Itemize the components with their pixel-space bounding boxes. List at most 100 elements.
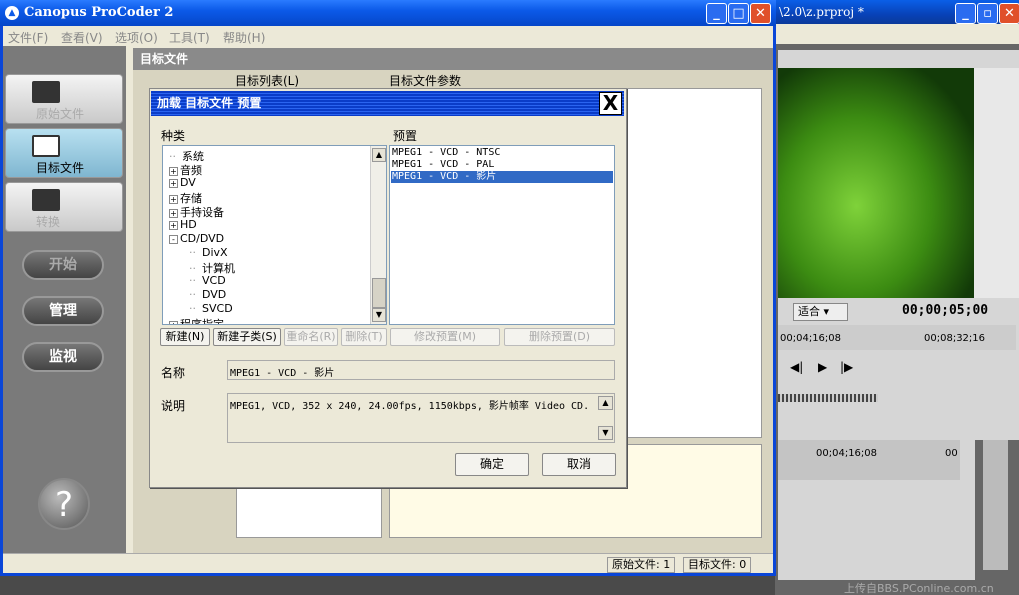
tree-item[interactable]: ·· VCD [189,274,226,287]
description-field[interactable]: MPEG1, VCD, 352 x 240, 24.00fps, 1150kbp… [227,393,615,443]
tree-item[interactable]: ·· DivX [189,246,228,259]
close-button[interactable]: ✕ [750,3,771,24]
target-params-header: 目标文件参数 [389,74,462,88]
timeline-time: 00;04;16;08 [816,448,878,459]
bg-minimize-button[interactable]: _ [955,3,976,24]
tree-item[interactable]: ·· DVD [189,288,226,301]
desc-scroll-down-icon[interactable]: ▼ [598,426,613,440]
background-menubar [775,24,1019,44]
nav-source-button[interactable]: 原始文件 [5,74,123,124]
category-label: 种类 [161,129,186,143]
tree-item[interactable]: - CD/DVD [169,232,224,245]
fit-select-value: 适合 [798,305,820,318]
tree-item-label: 程序指定 [180,318,224,325]
manage-button[interactable]: 管理 [22,296,104,326]
menu-view[interactable]: 查看(V) [61,29,103,46]
dialog-title: 加载 目标文件 预置 [151,91,624,116]
video-frame-leaf [778,68,974,298]
tree-item-label: VCD [202,274,226,287]
tree-item[interactable]: + DV [169,176,196,189]
bg-close-button[interactable]: ✕ [999,3,1019,24]
scroll-up-icon[interactable]: ▲ [372,148,386,162]
status-bar: 原始文件: 1 目标文件: 0 [3,553,773,573]
name-field[interactable]: MPEG1 - VCD - 影片 [227,360,615,380]
collapse-icon[interactable]: - [169,234,178,244]
folder-icon [32,81,60,103]
expand-icon[interactable]: + [169,220,178,230]
app-icon: ▲ [5,6,19,20]
nav-target-button[interactable]: 目标文件 [5,128,123,178]
preset-item[interactable]: MPEG1 - VCD - PAL [391,159,613,171]
watermark-text: 上传自BBS.PConline.com.cn [844,582,994,595]
new-subcategory-button[interactable]: 新建子类(S) [213,328,281,346]
start-button[interactable]: 开始 [22,250,104,280]
menu-help[interactable]: 帮助(H) [223,29,265,46]
target-folder-icon [32,135,60,157]
target-list[interactable] [236,488,382,538]
tree-item[interactable]: + 程序指定 [169,316,224,325]
maximize-button[interactable]: □ [728,3,749,24]
bg-maximize-button[interactable]: ▫ [977,3,998,24]
tree-connector: ·· [189,288,196,301]
jog-shuttle[interactable] [778,394,878,402]
expand-icon[interactable]: + [169,320,178,324]
ok-button[interactable]: 确定 [455,453,529,476]
tree-connector: ·· [189,302,196,315]
timeline-time-2: 00 [945,448,958,459]
expand-icon[interactable]: + [169,178,178,188]
ruler-time-right: 00;08;32;16 [924,333,986,344]
tree-item-label: SVCD [202,302,233,315]
menu-options[interactable]: 选项(O) [115,29,158,46]
play-icon[interactable]: ▶ [818,360,827,374]
ruler-time-left: 00;04;16;08 [780,333,842,344]
monitor-button[interactable]: 监视 [22,342,104,372]
cancel-button[interactable]: 取消 [542,453,616,476]
title-bar: Canopus ProCoder 2 [0,0,776,26]
nav-target-label: 目标文件 [36,161,85,175]
status-source-count: 原始文件: 1 [607,557,676,573]
help-button[interactable]: ? [38,478,90,530]
scroll-down-icon[interactable]: ▼ [372,308,386,322]
preset-item[interactable]: MPEG1 - VCD - 影片 [391,171,613,183]
delete-button[interactable]: 删除(T) [341,328,387,346]
desc-scroll-up-icon[interactable]: ▲ [598,396,613,410]
step-back-icon[interactable]: ◀| [790,360,803,374]
step-forward-icon[interactable]: |▶ [840,360,853,374]
tree-item[interactable]: ·· SVCD [189,302,233,315]
description-text: MPEG1, VCD, 352 x 240, 24.00fps, 1150kbp… [230,401,590,412]
modify-preset-button[interactable]: 修改预置(M) [390,328,500,346]
tree-scrollbar[interactable]: ▲ ▼ [370,146,386,324]
minimize-button[interactable]: _ [706,3,727,24]
tree-connector: ·· [189,274,196,287]
timeline-ruler [778,440,960,480]
expand-icon[interactable]: + [169,208,178,218]
target-list-header: 目标列表(L) [235,74,300,88]
status-target-count: 目标文件: 0 [683,557,752,573]
tree-item[interactable]: + HD [169,218,197,231]
tree-item-label: HD [180,218,197,231]
new-button[interactable]: 新建(N) [160,328,210,346]
tree-connector: ·· [189,246,196,259]
preset-list[interactable]: MPEG1 - VCD - NTSC MPEG1 - VCD - PAL MPEG1… [389,145,615,325]
tree-item-label: DVD [202,288,227,301]
preset-item[interactable]: MPEG1 - VCD - NTSC [391,147,613,159]
menu-file[interactable]: 文件(F) [8,29,48,46]
expand-icon[interactable]: + [169,166,178,176]
delete-preset-button[interactable]: 删除预置(D) [504,328,615,346]
menu-tools[interactable]: 工具(T) [169,29,210,46]
expand-icon[interactable]: + [169,194,178,204]
scroll-thumb[interactable] [372,278,386,308]
audio-meter [983,440,1008,570]
nav-convert-button[interactable]: 转换 [5,182,123,232]
rename-button[interactable]: 重命名(R) [284,328,338,346]
convert-icon [32,189,60,211]
category-tree[interactable]: ·· 系统 + 音频 + DV + 存储 + 手持设备 + HD - CD/DVD ·· DivX ·· 计算机 ·… [162,145,387,325]
timecode-display: 00;00;05;00 [902,303,989,318]
fit-select[interactable]: 适合 ▾ [793,303,848,321]
nav-convert-label: 转换 [36,215,61,229]
menu-bar: 文件(F) 查看(V) 选项(O) 工具(T) 帮助(H) [3,26,773,46]
app-title: Canopus ProCoder 2 [24,5,174,20]
dialog-close-button[interactable]: X [599,92,622,115]
tree-item-label: DV [180,176,196,189]
panel-header: 目标文件 [133,48,773,70]
